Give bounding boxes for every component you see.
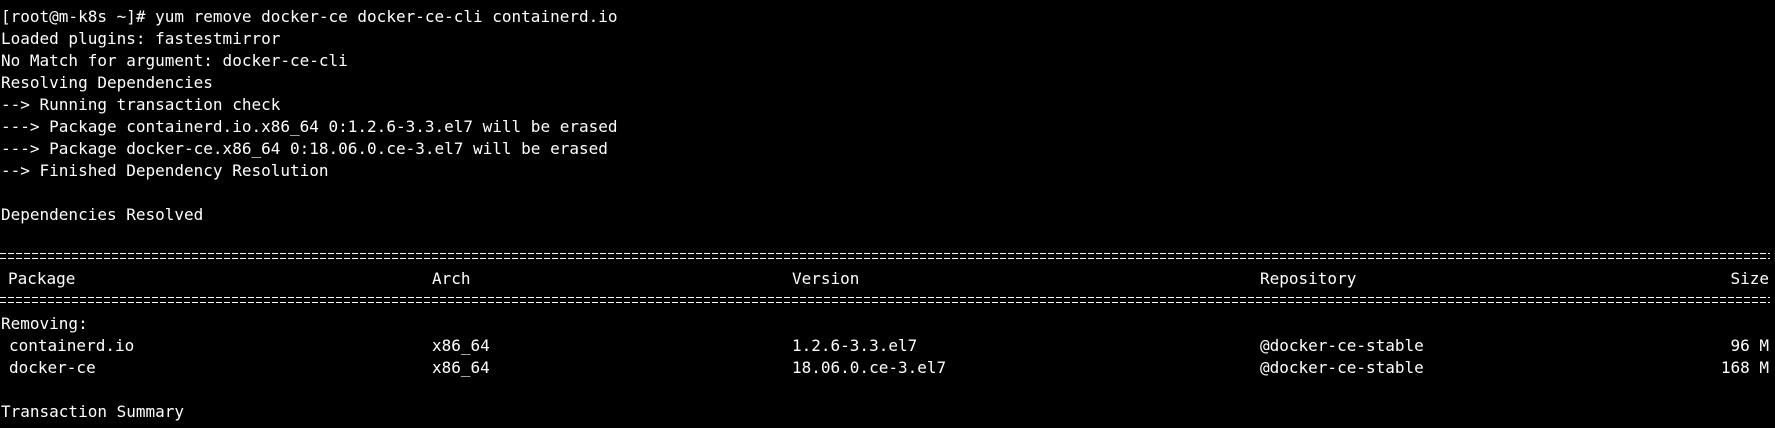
- column-header-size: Size: [1730, 269, 1769, 288]
- output-line: --> Finished Dependency Resolution: [1, 161, 329, 180]
- package-arch: x86_64: [432, 336, 490, 355]
- package-version: 1.2.6-3.3.el7: [792, 336, 918, 355]
- table-separator-top: [0, 253, 1770, 259]
- package-name: docker-ce: [9, 358, 96, 377]
- output-line: --> Running transaction check: [1, 95, 281, 114]
- package-version: 18.06.0.ce-3.el7: [792, 358, 947, 377]
- package-repository: @docker-ce-stable: [1260, 358, 1424, 377]
- package-name: containerd.io: [9, 336, 135, 355]
- package-size: 168 M: [1720, 358, 1769, 377]
- output-line: ---> Package docker-ce.x86_64 0:18.06.0.…: [1, 139, 608, 158]
- terminal-window[interactable]: [root@m-k8s ~]# yum remove docker-ce doc…: [0, 0, 1775, 428]
- column-header-package: Package: [8, 269, 76, 288]
- output-line: Resolving Dependencies: [1, 73, 213, 92]
- column-header-version: Version: [792, 269, 860, 288]
- column-header-repository: Repository: [1260, 269, 1357, 288]
- package-arch: x86_64: [432, 358, 490, 377]
- package-repository: @docker-ce-stable: [1260, 336, 1424, 355]
- section-label: Removing:: [1, 314, 88, 333]
- column-header-arch: Arch: [432, 269, 471, 288]
- output-line: Dependencies Resolved: [1, 205, 204, 224]
- output-line: No Match for argument: docker-ce-cli: [1, 51, 348, 70]
- command-line: [root@m-k8s ~]# yum remove docker-ce doc…: [1, 7, 618, 26]
- table-separator-bottom: [0, 297, 1770, 303]
- output-line: ---> Package containerd.io.x86_64 0:1.2.…: [1, 117, 618, 136]
- package-size: 96 M: [1730, 336, 1769, 355]
- output-line: Loaded plugins: fastestmirror: [1, 29, 281, 48]
- summary-label: Transaction Summary: [1, 402, 185, 421]
